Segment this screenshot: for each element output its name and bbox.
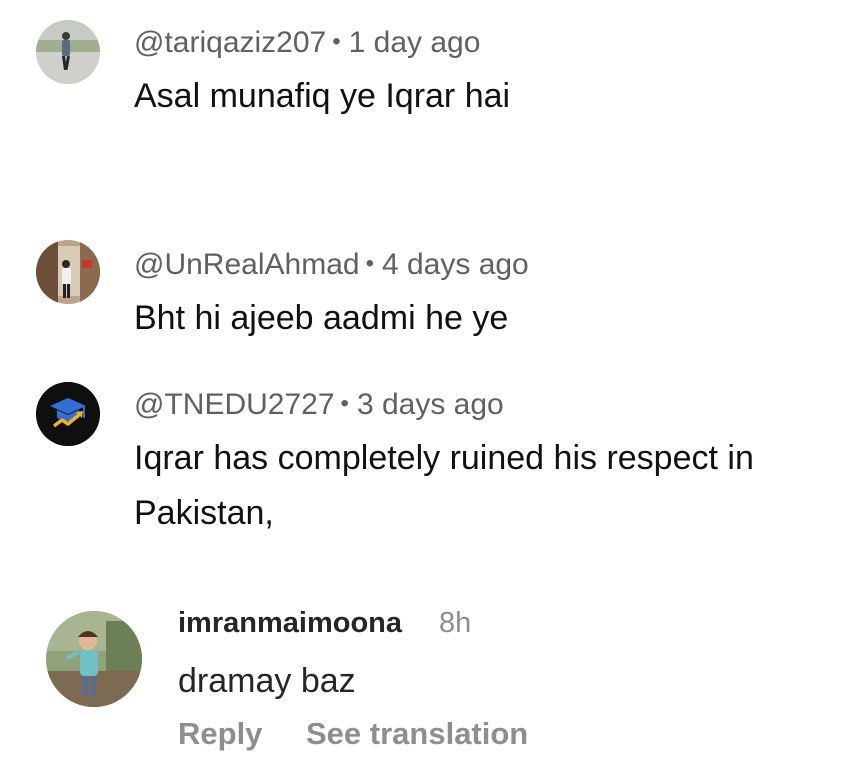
graduation-cap-icon bbox=[36, 382, 100, 446]
comment-time: 1 day ago bbox=[348, 26, 481, 59]
avatar-tariqaziz207[interactable] bbox=[36, 20, 100, 84]
comment-time: 4 days ago bbox=[381, 248, 529, 281]
comment-time: 3 days ago bbox=[356, 388, 504, 421]
comment-handle[interactable]: @tariqaziz207 bbox=[134, 26, 326, 59]
child-photo-icon bbox=[46, 611, 142, 707]
reply-text: dramay baz bbox=[178, 662, 356, 700]
comment-handle[interactable]: @UnRealAhmad bbox=[134, 248, 360, 281]
runner-photo-icon bbox=[36, 20, 100, 84]
comment-meta: @TNEDU2727 • 3 days ago bbox=[134, 390, 504, 420]
see-translation-button[interactable]: See translation bbox=[306, 718, 528, 749]
meta-separator: • bbox=[332, 28, 341, 55]
comment-meta: @UnRealAhmad • 4 days ago bbox=[134, 250, 529, 280]
comment-text-line-1: Iqrar has completely ruined his respect … bbox=[134, 439, 754, 477]
comment-text-line-2: Pakistan, bbox=[134, 494, 274, 532]
comment-meta: @tariqaziz207 • 1 day ago bbox=[134, 28, 480, 58]
comment-text: Bht hi ajeeb aadmi he ye bbox=[134, 299, 509, 337]
person-photo-icon bbox=[36, 240, 100, 304]
comment-handle[interactable]: @TNEDU2727 bbox=[134, 388, 335, 421]
avatar-imranmaimoona[interactable] bbox=[46, 611, 142, 707]
reply-time: 8h bbox=[439, 607, 472, 639]
meta-separator: • bbox=[365, 250, 374, 277]
reply-username[interactable]: imranmaimoona bbox=[178, 609, 402, 638]
comment-text: Asal munafiq ye Iqrar hai bbox=[134, 77, 511, 115]
avatar-tnedu2727[interactable] bbox=[36, 382, 100, 446]
avatar-unrealahmad[interactable] bbox=[36, 240, 100, 304]
meta-separator: • bbox=[340, 390, 349, 417]
reply-button[interactable]: Reply bbox=[178, 718, 262, 749]
